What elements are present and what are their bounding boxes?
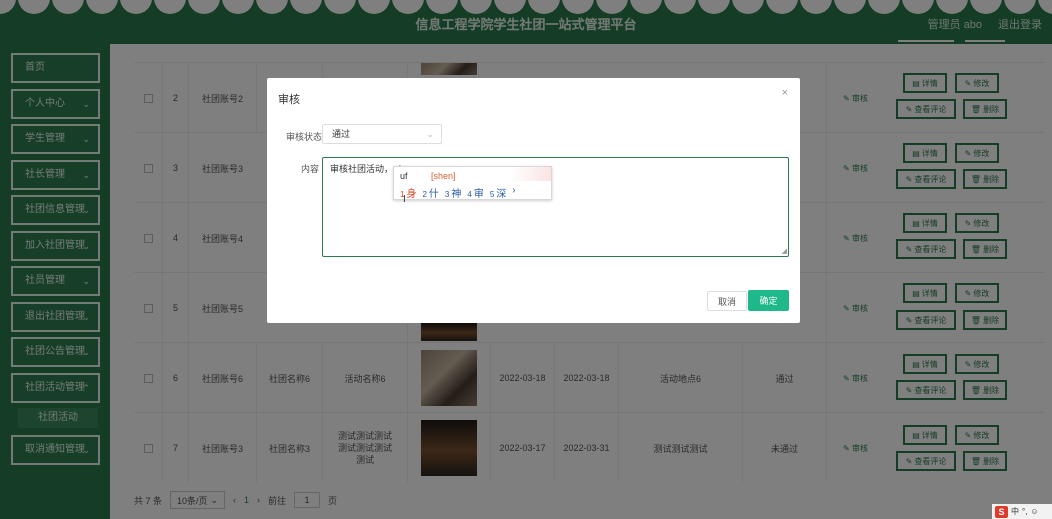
status-select-value: 通过 xyxy=(332,129,351,139)
ime-candidate-number: 5 xyxy=(489,190,495,199)
ime-tray: S 中 °, ☺ xyxy=(992,504,1052,519)
ime-candidate-popup: uf [shen] 1身 2什 3神 4审 5深 › xyxy=(393,166,552,200)
emoji-icon[interactable]: ☺ xyxy=(1030,507,1038,516)
review-dialog: 审核 × 审核状态 通过 ⌄ 内容 审核社团活动，uf ◢ 取消 确定 xyxy=(267,78,800,323)
ime-candidate[interactable]: 3神 xyxy=(445,185,461,200)
ime-candidate-text: 身 xyxy=(406,189,417,200)
ime-next-page-icon[interactable]: › xyxy=(512,185,515,200)
confirm-button[interactable]: 确定 xyxy=(748,290,789,311)
status-label: 审核状态 xyxy=(286,132,323,142)
cancel-button[interactable]: 取消 xyxy=(707,291,747,311)
ime-candidate-number: 3 xyxy=(444,190,450,199)
chevron-down-icon: ⌄ xyxy=(426,129,434,139)
ime-candidate-number: 4 xyxy=(467,190,472,199)
text-cursor-icon: I xyxy=(403,194,406,205)
status-select[interactable]: 通过 ⌄ xyxy=(322,124,442,144)
ime-candidate[interactable]: 4审 xyxy=(467,185,483,200)
ime-candidate[interactable]: 5深 xyxy=(490,185,506,200)
ime-decoration xyxy=(511,167,551,181)
ime-candidate-text: 审 xyxy=(473,189,484,200)
punctuation-icon[interactable]: °, xyxy=(1022,507,1027,516)
ime-candidate-text: 深 xyxy=(496,189,507,200)
close-icon[interactable]: × xyxy=(782,87,788,99)
dialog-title: 审核 xyxy=(278,94,300,106)
resize-handle-icon[interactable]: ◢ xyxy=(782,247,787,255)
ime-candidate[interactable]: 2什 xyxy=(422,185,438,200)
ime-mode[interactable]: 中 xyxy=(1011,506,1019,517)
content-label: 内容 xyxy=(301,164,320,174)
ime-candidate-text: 什 xyxy=(428,189,439,200)
ime-pinyin: [shen] xyxy=(431,171,456,181)
ime-candidate-text: 神 xyxy=(451,189,462,200)
sogou-logo-icon[interactable]: S xyxy=(995,505,1008,518)
ime-input-text: uf xyxy=(400,171,408,181)
ime-candidate-list: 1身 2什 3神 4审 5深 › xyxy=(400,185,516,200)
ime-candidate-number: 2 xyxy=(422,190,427,199)
content-text: 审核社团活动，uf xyxy=(330,164,401,174)
